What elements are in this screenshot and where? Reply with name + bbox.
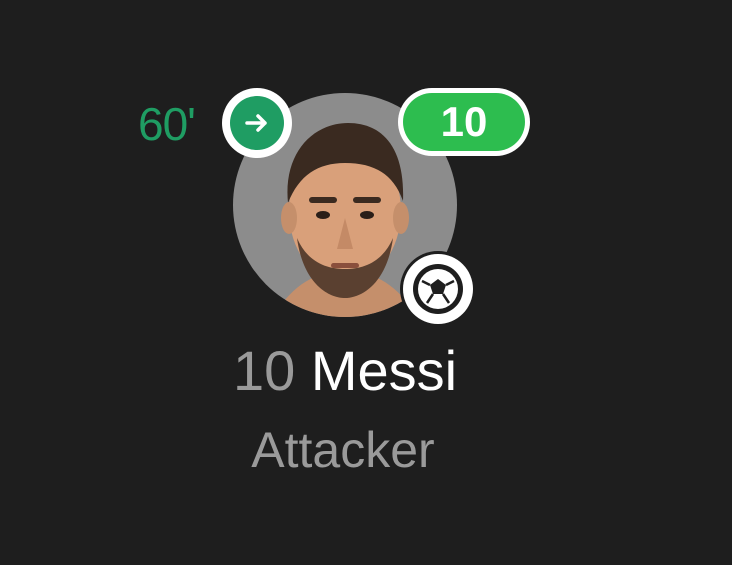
rating-value: 10 (403, 93, 525, 151)
football-icon (413, 264, 463, 314)
player-name: Messi (310, 339, 458, 402)
player-name-line: 10 Messi (0, 336, 690, 406)
player-card[interactable]: 60' 10 10 Messi Attacker (0, 0, 732, 565)
player-position: Attacker (251, 422, 435, 478)
shirt-number: 10 (232, 339, 296, 402)
goal-badge (400, 251, 476, 327)
lineup-canvas: 60' 10 10 Messi Attacker (0, 0, 732, 565)
substitution-minute: 60' (138, 98, 196, 150)
arrow-right-icon (222, 88, 292, 158)
rating-badge: 10 (398, 88, 530, 156)
